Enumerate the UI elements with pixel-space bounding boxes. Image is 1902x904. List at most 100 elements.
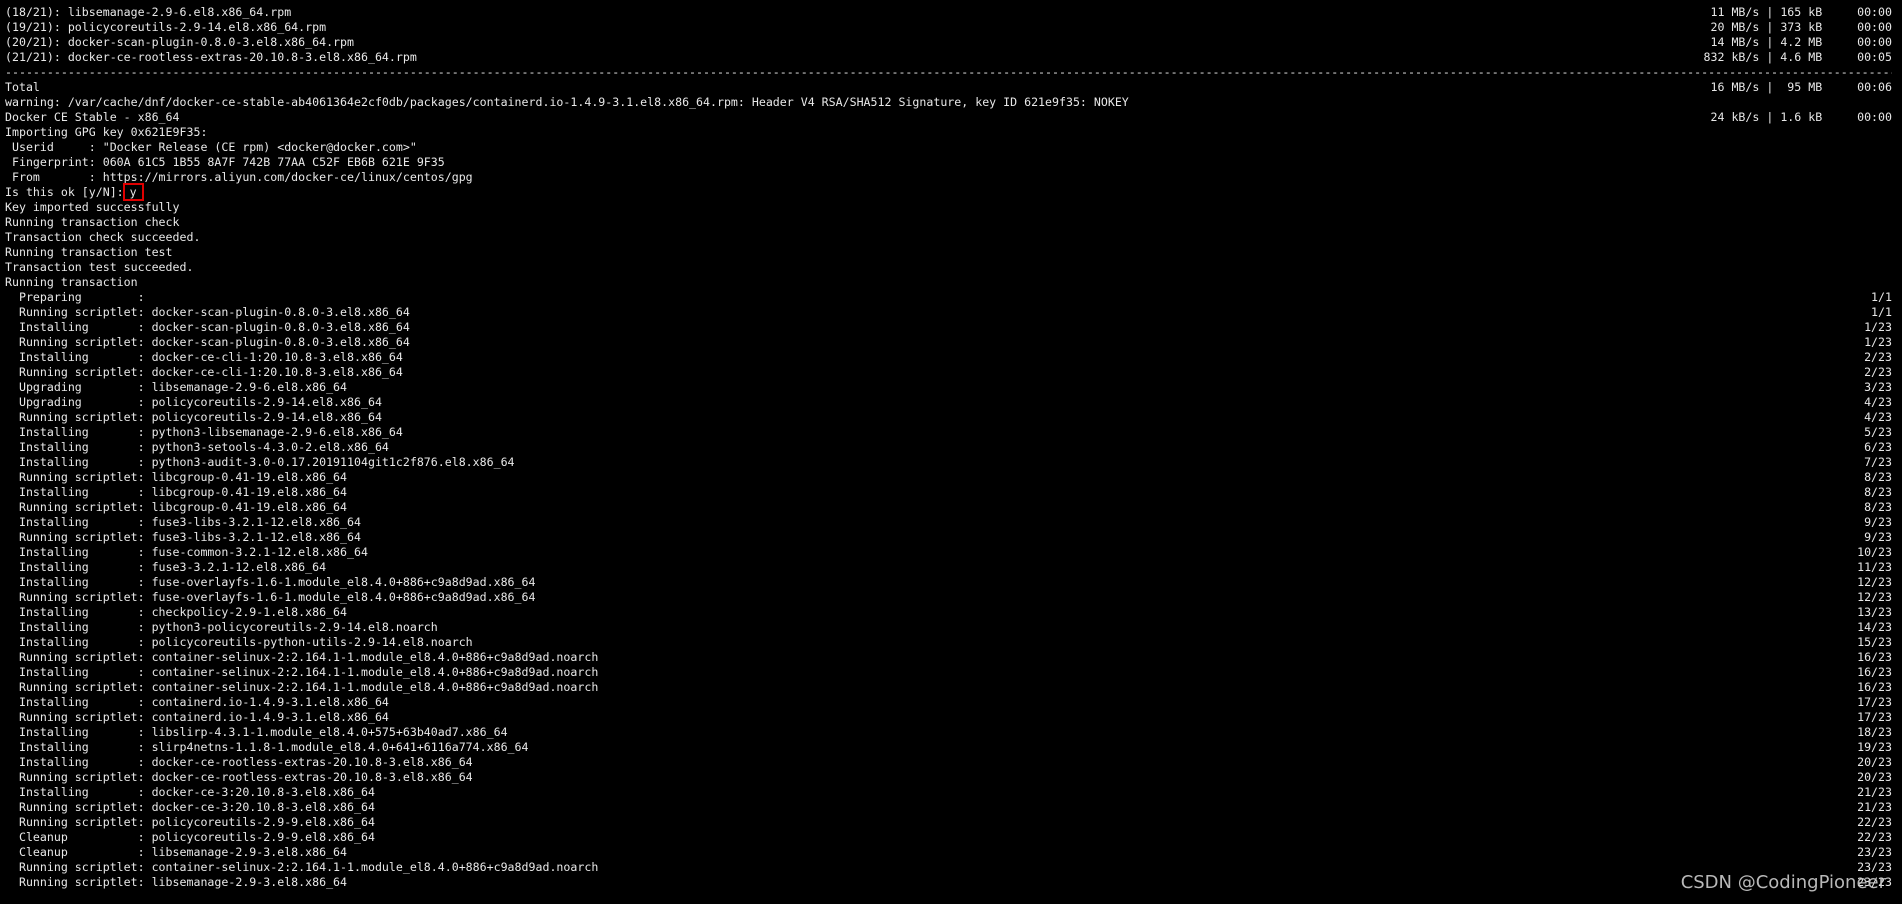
line-text: Installing : libslirp-4.3.1-1.module_el8… bbox=[5, 725, 508, 739]
line-progress: 5/23 bbox=[1864, 425, 1892, 439]
line-text: Total bbox=[5, 80, 40, 94]
line-progress: 14/23 bbox=[1857, 620, 1892, 634]
terminal-line: Fingerprint: 060A 61C5 1B55 8A7F 742B 77… bbox=[5, 155, 1892, 170]
terminal-line: Running scriptlet: containerd.io-1.4.9-3… bbox=[5, 710, 1892, 725]
line-text: Running scriptlet: docker-ce-rootless-ex… bbox=[5, 770, 473, 784]
line-progress: 16/23 bbox=[1857, 665, 1892, 679]
line-text: Docker CE Stable - x86_64 bbox=[5, 110, 180, 124]
line-text: Installing : docker-ce-cli-1:20.10.8-3.e… bbox=[5, 350, 403, 364]
line-text: Installing : fuse-overlayfs-1.6-1.module… bbox=[5, 575, 536, 589]
line-text: Running scriptlet: docker-scan-plugin-0.… bbox=[5, 335, 410, 349]
terminal-line: (21/21): docker-ce-rootless-extras-20.10… bbox=[5, 50, 1892, 65]
line-progress: 20/23 bbox=[1857, 755, 1892, 769]
line-text: Installing : docker-scan-plugin-0.8.0-3.… bbox=[5, 320, 410, 334]
terminal-line: Running transaction test bbox=[5, 245, 1892, 260]
line-text: Running transaction bbox=[5, 275, 138, 289]
line-text: From : https://mirrors.aliyun.com/docker… bbox=[5, 170, 473, 184]
terminal-line: Cleanup : policycoreutils-2.9-9.el8.x86_… bbox=[5, 830, 1892, 845]
line-text: Installing : docker-ce-rootless-extras-2… bbox=[5, 755, 473, 769]
line-text: Installing : container-selinux-2:2.164.1… bbox=[5, 665, 599, 679]
confirm-prompt: Is this ok [y/N]: y bbox=[5, 183, 144, 201]
line-progress: 3/23 bbox=[1864, 380, 1892, 394]
terminal-line: Installing : containerd.io-1.4.9-3.1.el8… bbox=[5, 695, 1892, 710]
line-progress: 8/23 bbox=[1864, 500, 1892, 514]
terminal-line: (18/21): libsemanage-2.9-6.el8.x86_64.rp… bbox=[5, 5, 1892, 20]
line-progress: 1/1 bbox=[1871, 305, 1892, 319]
terminal-line: Running scriptlet: docker-scan-plugin-0.… bbox=[5, 335, 1892, 350]
line-progress: 16/23 bbox=[1857, 680, 1892, 694]
line-progress: 14 MB/s | 4.2 MB 00:00 bbox=[1710, 35, 1892, 49]
terminal-line: Running scriptlet: docker-ce-3:20.10.8-3… bbox=[5, 800, 1892, 815]
line-text: Installing : docker-ce-3:20.10.8-3.el8.x… bbox=[5, 785, 375, 799]
line-progress: 7/23 bbox=[1864, 455, 1892, 469]
terminal-line: Userid : "Docker Release (CE rpm) <docke… bbox=[5, 140, 1892, 155]
terminal-line: Installing : python3-libsemanage-2.9-6.e… bbox=[5, 425, 1892, 440]
prompt-answer-highlighted[interactable]: y bbox=[122, 183, 144, 201]
line-progress: 8/23 bbox=[1864, 485, 1892, 499]
line-progress: 16 MB/s | 95 MB 00:06 bbox=[1710, 80, 1892, 94]
line-text: warning: /var/cache/dnf/docker-ce-stable… bbox=[5, 95, 1129, 109]
terminal-line: Installing : policycoreutils-python-util… bbox=[5, 635, 1892, 650]
line-progress: 20/23 bbox=[1857, 770, 1892, 784]
terminal-line: Installing : fuse3-libs-3.2.1-12.el8.x86… bbox=[5, 515, 1892, 530]
line-text: Installing : checkpolicy-2.9-1.el8.x86_6… bbox=[5, 605, 348, 619]
terminal-line: Installing : fuse-common-3.2.1-12.el8.x8… bbox=[5, 545, 1892, 560]
line-text: Key imported successfully bbox=[5, 200, 180, 214]
prompt-question: Is this ok [y/N]: bbox=[5, 185, 124, 199]
line-text: Running scriptlet: docker-ce-3:20.10.8-3… bbox=[5, 800, 375, 814]
line-progress: 13/23 bbox=[1857, 605, 1892, 619]
line-text: Upgrading : policycoreutils-2.9-14.el8.x… bbox=[5, 395, 382, 409]
line-progress: 1/1 bbox=[1871, 290, 1892, 304]
line-text: Transaction check succeeded. bbox=[5, 230, 201, 244]
terminal-window[interactable]: (18/21): libsemanage-2.9-6.el8.x86_64.rp… bbox=[0, 0, 1902, 904]
terminal-line: Upgrading : policycoreutils-2.9-14.el8.x… bbox=[5, 395, 1892, 410]
terminal-line: Installing : container-selinux-2:2.164.1… bbox=[5, 665, 1892, 680]
line-progress: 17/23 bbox=[1857, 695, 1892, 709]
line-text: Installing : python3-policycoreutils-2.9… bbox=[5, 620, 438, 634]
terminal-line: Installing : docker-ce-rootless-extras-2… bbox=[5, 755, 1892, 770]
terminal-line: Importing GPG key 0x621E9F35: bbox=[5, 125, 1892, 140]
terminal-line: Running scriptlet: libsemanage-2.9-3.el8… bbox=[5, 875, 1892, 890]
line-text: Installing : fuse-common-3.2.1-12.el8.x8… bbox=[5, 545, 368, 559]
line-text: Running scriptlet: container-selinux-2:2… bbox=[5, 680, 599, 694]
terminal-output: (18/21): libsemanage-2.9-6.el8.x86_64.rp… bbox=[5, 5, 1892, 890]
terminal-line: Installing : libslirp-4.3.1-1.module_el8… bbox=[5, 725, 1892, 740]
terminal-line: Running scriptlet: docker-ce-rootless-ex… bbox=[5, 770, 1892, 785]
terminal-line: Running scriptlet: fuse3-libs-3.2.1-12.e… bbox=[5, 530, 1892, 545]
line-text: Installing : python3-setools-4.3.0-2.el8… bbox=[5, 440, 389, 454]
line-text: Running scriptlet: docker-scan-plugin-0.… bbox=[5, 305, 410, 319]
line-progress: 9/23 bbox=[1864, 530, 1892, 544]
line-text: Running scriptlet: docker-ce-cli-1:20.10… bbox=[5, 365, 403, 379]
terminal-line: Transaction check succeeded. bbox=[5, 230, 1892, 245]
terminal-line: Running transaction check bbox=[5, 215, 1892, 230]
line-progress: 17/23 bbox=[1857, 710, 1892, 724]
terminal-line: From : https://mirrors.aliyun.com/docker… bbox=[5, 170, 1892, 185]
line-progress: 11 MB/s | 165 kB 00:00 bbox=[1710, 5, 1892, 19]
terminal-line: Running transaction bbox=[5, 275, 1892, 290]
line-text: Installing : containerd.io-1.4.9-3.1.el8… bbox=[5, 695, 389, 709]
line-text: Running scriptlet: policycoreutils-2.9-9… bbox=[5, 815, 375, 829]
line-text: Running transaction test bbox=[5, 245, 173, 259]
line-progress: 8/23 bbox=[1864, 470, 1892, 484]
line-text: Running scriptlet: libcgroup-0.41-19.el8… bbox=[5, 500, 348, 514]
line-text: Userid : "Docker Release (CE rpm) <docke… bbox=[5, 140, 417, 154]
terminal-line: Installing : python3-audit-3.0-0.17.2019… bbox=[5, 455, 1892, 470]
line-text: Cleanup : libsemanage-2.9-3.el8.x86_64 bbox=[5, 845, 348, 859]
line-text: Running scriptlet: libsemanage-2.9-3.el8… bbox=[5, 875, 348, 889]
line-text: Installing : fuse3-3.2.1-12.el8.x86_64 bbox=[5, 560, 327, 574]
line-text: Running scriptlet: fuse-overlayfs-1.6-1.… bbox=[5, 590, 536, 604]
terminal-line: Is this ok [y/N]: y bbox=[5, 183, 1892, 201]
line-text: Installing : fuse3-libs-3.2.1-12.el8.x86… bbox=[5, 515, 361, 529]
line-text: (19/21): policycoreutils-2.9-14.el8.x86_… bbox=[5, 20, 327, 34]
terminal-line: Preparing : 1/1 bbox=[5, 290, 1892, 305]
line-text: (21/21): docker-ce-rootless-extras-20.10… bbox=[5, 50, 417, 64]
terminal-line: Installing : docker-scan-plugin-0.8.0-3.… bbox=[5, 320, 1892, 335]
line-progress: 2/23 bbox=[1864, 350, 1892, 364]
line-progress: 1/23 bbox=[1864, 320, 1892, 334]
terminal-line: Running scriptlet: policycoreutils-2.9-9… bbox=[5, 815, 1892, 830]
line-progress: 6/23 bbox=[1864, 440, 1892, 454]
line-progress: 12/23 bbox=[1857, 590, 1892, 604]
line-text: Preparing : bbox=[5, 290, 145, 304]
line-progress: 15/23 bbox=[1857, 635, 1892, 649]
terminal-line: Total 16 MB/s | 95 MB 00:06 bbox=[5, 80, 1892, 95]
